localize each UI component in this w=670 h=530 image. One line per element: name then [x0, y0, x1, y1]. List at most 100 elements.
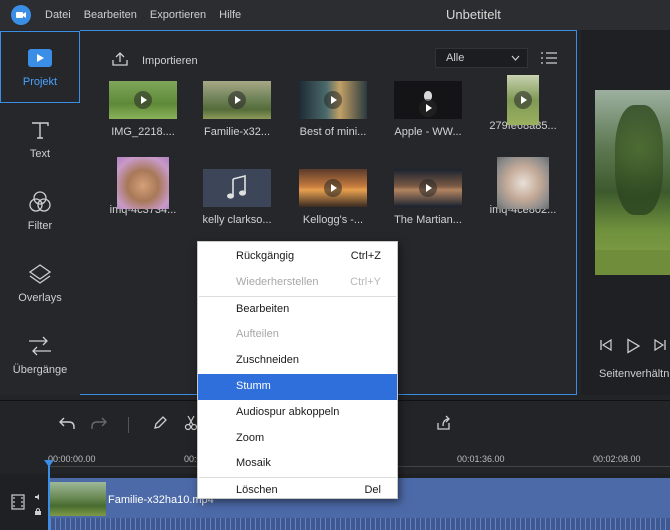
media-name: The Martian... [394, 214, 462, 226]
menu-item-label: Löschen [236, 484, 278, 497]
sidebar: Projekt Text Filter Overlays Übergänge [0, 30, 80, 395]
media-thumbnail [497, 157, 549, 209]
media-name: Best of mini... [299, 126, 367, 138]
play-icon [514, 91, 532, 109]
menu-item-label: Zuschneiden [236, 354, 299, 367]
play-icon [324, 179, 342, 197]
sidebar-item-label: Overlays [18, 292, 62, 304]
import-icon [110, 51, 130, 70]
sidebar-item-label: Filter [27, 220, 53, 232]
previous-frame-icon[interactable] [599, 338, 613, 357]
media-item[interactable]: Familie-x32... [198, 81, 276, 138]
menu-item-label: Aufteilen [236, 328, 279, 341]
filter-icon [28, 190, 52, 214]
menu-item-label: Mosaik [236, 457, 271, 470]
chevron-down-icon [511, 52, 520, 64]
export-share-icon[interactable] [434, 415, 452, 434]
menu-item-edit[interactable]: Bearbeiten [198, 297, 397, 323]
sidebar-item-label: Projekt [22, 76, 58, 88]
preview-image [595, 90, 670, 275]
list-view-icon[interactable] [540, 51, 558, 68]
filter-value: Alle [446, 52, 465, 64]
playback-controls [599, 338, 667, 357]
media-name: kelly clarkso... [202, 214, 272, 226]
media-item[interactable]: Best of mini... [294, 81, 372, 138]
menu-item-redo[interactable]: Wiederherstellen Ctrl+Y [198, 270, 397, 296]
preview-pane: Seitenverhältn [581, 30, 670, 395]
menu-item-label: Wiederherstellen [236, 275, 319, 288]
menu-item-crop[interactable]: Zuschneiden [198, 348, 397, 374]
redo-icon[interactable] [90, 415, 108, 434]
menu-item-zoom[interactable]: Zoom [198, 426, 397, 452]
menu-item-mosaic[interactable]: Mosaik [198, 451, 397, 477]
menu-item-label: Bearbeiten [236, 302, 290, 315]
menu-exportieren[interactable]: Exportieren [150, 9, 206, 21]
media-thumbnail [109, 81, 177, 119]
undo-icon[interactable] [58, 415, 76, 434]
scissors-icon[interactable] [184, 415, 198, 434]
menu-bearbeiten[interactable]: Bearbeiten [84, 9, 137, 21]
music-note-icon [225, 174, 249, 204]
media-thumbnail [299, 169, 367, 207]
toolbar-divider [128, 417, 129, 433]
audio-waveform [48, 518, 670, 530]
next-frame-icon[interactable] [653, 338, 667, 357]
clip-thumbnail [50, 482, 106, 516]
menu-item-delete[interactable]: Löschen Del [198, 478, 397, 504]
sidebar-item-uebergaenge[interactable]: Übergänge [0, 320, 80, 392]
transitions-icon [26, 334, 54, 358]
menu-item-split[interactable]: Aufteilen [198, 322, 397, 348]
media-item[interactable]: Kellogg's -... [294, 169, 372, 226]
window-title: Unbetitelt [446, 7, 501, 22]
media-thumbnail [117, 157, 169, 209]
menu-datei[interactable]: Datei [45, 9, 71, 21]
import-button[interactable]: Importieren [110, 51, 198, 70]
menu-item-label: Rückgängig [236, 250, 295, 262]
playhead-handle[interactable] [44, 460, 54, 467]
media-item[interactable]: imq-4ce802... [484, 157, 562, 216]
sidebar-item-label: Übergänge [12, 364, 68, 376]
menu-hilfe[interactable]: Hilfe [219, 9, 241, 21]
menu-item-detach-audio[interactable]: Audiospur abkoppeln [198, 400, 397, 426]
lock-icon[interactable] [34, 506, 42, 518]
media-item[interactable]: kelly clarkso... [198, 169, 276, 226]
media-item[interactable]: IMG_2218.... [104, 81, 182, 138]
tick-label: 00:02:08.00 [593, 454, 641, 464]
project-icon [27, 46, 53, 70]
media-thumbnail [203, 81, 271, 119]
media-name: IMG_2218.... [111, 126, 175, 138]
media-thumbnail [507, 75, 539, 125]
shortcut-label: Ctrl+Z [350, 250, 381, 262]
media-item[interactable]: The Martian... [389, 169, 467, 226]
speaker-icon[interactable] [34, 492, 42, 504]
edit-pencil-icon[interactable] [152, 415, 168, 434]
overlays-icon [28, 262, 52, 286]
media-thumbnail [394, 169, 462, 207]
media-filter-select[interactable]: Alle [435, 48, 528, 68]
context-menu: Rückgängig Ctrl+Z Wiederherstellen Ctrl+Y … [197, 241, 398, 499]
title-bar: Datei Bearbeiten Exportieren Hilfe Unbet… [0, 0, 670, 30]
media-name: Familie-x32... [203, 126, 271, 138]
sidebar-item-text[interactable]: Text [0, 104, 80, 176]
menu-bar: Datei Bearbeiten Exportieren Hilfe [45, 9, 254, 21]
play-icon [228, 91, 246, 109]
menu-item-mute[interactable]: Stumm [198, 373, 397, 400]
menu-item-label: Audiospur abkoppeln [236, 405, 340, 418]
tick-label: 00:00:00.00 [48, 454, 96, 464]
media-item[interactable]: Apple - WW... [389, 81, 467, 138]
menu-item-label: Zoom [236, 431, 265, 444]
play-icon[interactable] [625, 338, 641, 357]
playhead[interactable] [48, 462, 50, 530]
media-item[interactable]: imq-4c3734... [104, 157, 182, 216]
sidebar-item-projekt[interactable]: Projekt [0, 31, 80, 103]
aspect-ratio-label[interactable]: Seitenverhältn [599, 368, 669, 380]
film-strip-icon [10, 494, 26, 513]
import-label: Importieren [142, 54, 198, 67]
menu-item-undo[interactable]: Rückgängig Ctrl+Z [198, 244, 397, 270]
app-logo-icon [11, 5, 31, 25]
sidebar-item-filter[interactable]: Filter [0, 176, 80, 248]
sidebar-item-overlays[interactable]: Overlays [0, 248, 80, 320]
text-icon [29, 118, 51, 142]
play-icon [419, 98, 437, 117]
media-item[interactable]: 279fe68a85... [484, 75, 562, 132]
